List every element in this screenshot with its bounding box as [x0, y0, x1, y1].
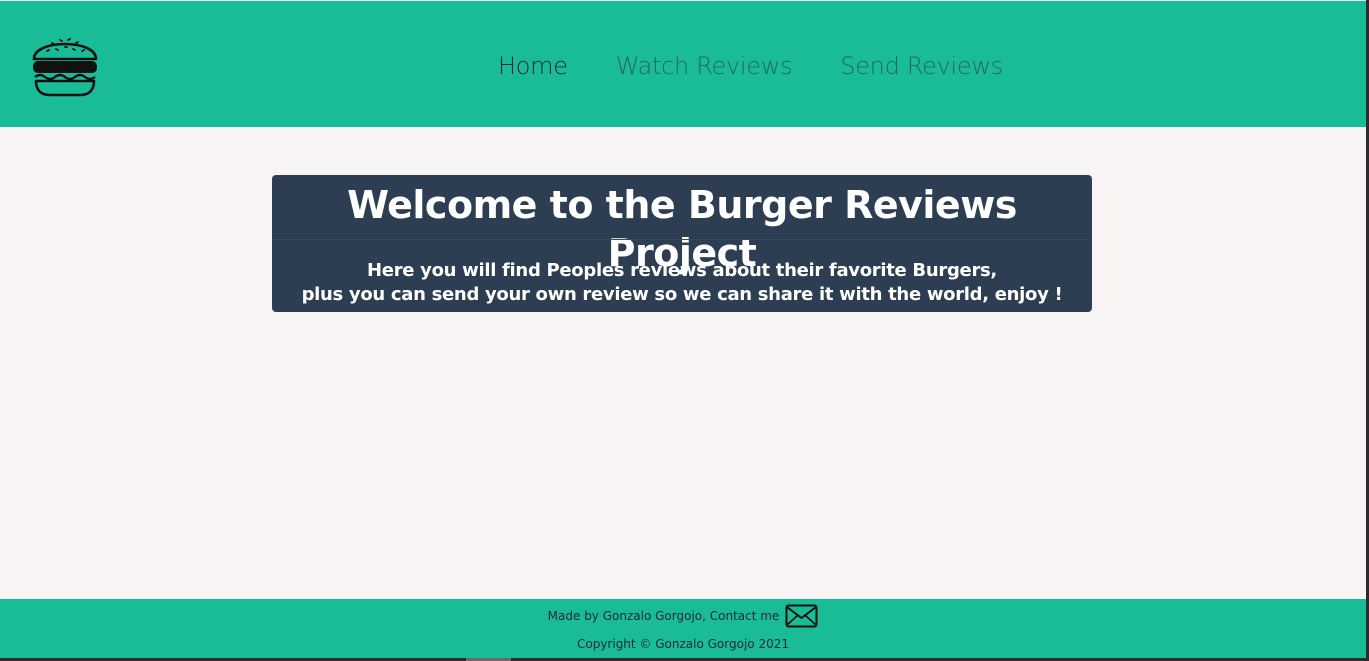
burger-icon[interactable]	[30, 29, 100, 99]
footer: Made by Gonzalo Gorgojo, Contact me Copy…	[0, 599, 1366, 658]
page: Home Watch Reviews Send Reviews Welcome …	[0, 0, 1366, 658]
nav-send-reviews-link[interactable]: Send Reviews	[840, 51, 1003, 81]
footer-copyright: Copyright © Gonzalo Gorgojo 2021	[576, 637, 789, 651]
navbar: Home Watch Reviews Send Reviews	[0, 1, 1366, 127]
welcome-banner: Welcome to the Burger Reviews Project He…	[272, 175, 1092, 312]
footer-made-by: Made by Gonzalo Gorgojo, Contact me	[547, 609, 780, 623]
nav-watch-reviews-link[interactable]: Watch Reviews	[616, 51, 793, 81]
footer-contact: Made by Gonzalo Gorgojo, Contact me	[0, 603, 1366, 629]
banner-divider	[272, 239, 1092, 240]
main-nav: Home Watch Reviews Send Reviews	[498, 51, 1003, 81]
banner-description-line-1: Here you will find Peoples reviews about…	[367, 260, 997, 281]
mail-icon[interactable]	[785, 604, 818, 628]
nav-home-link[interactable]: Home	[498, 51, 568, 81]
banner-description: Here you will find Peoples reviews about…	[272, 259, 1092, 307]
banner-description-line-2: plus you can send your own review so we …	[301, 284, 1063, 305]
